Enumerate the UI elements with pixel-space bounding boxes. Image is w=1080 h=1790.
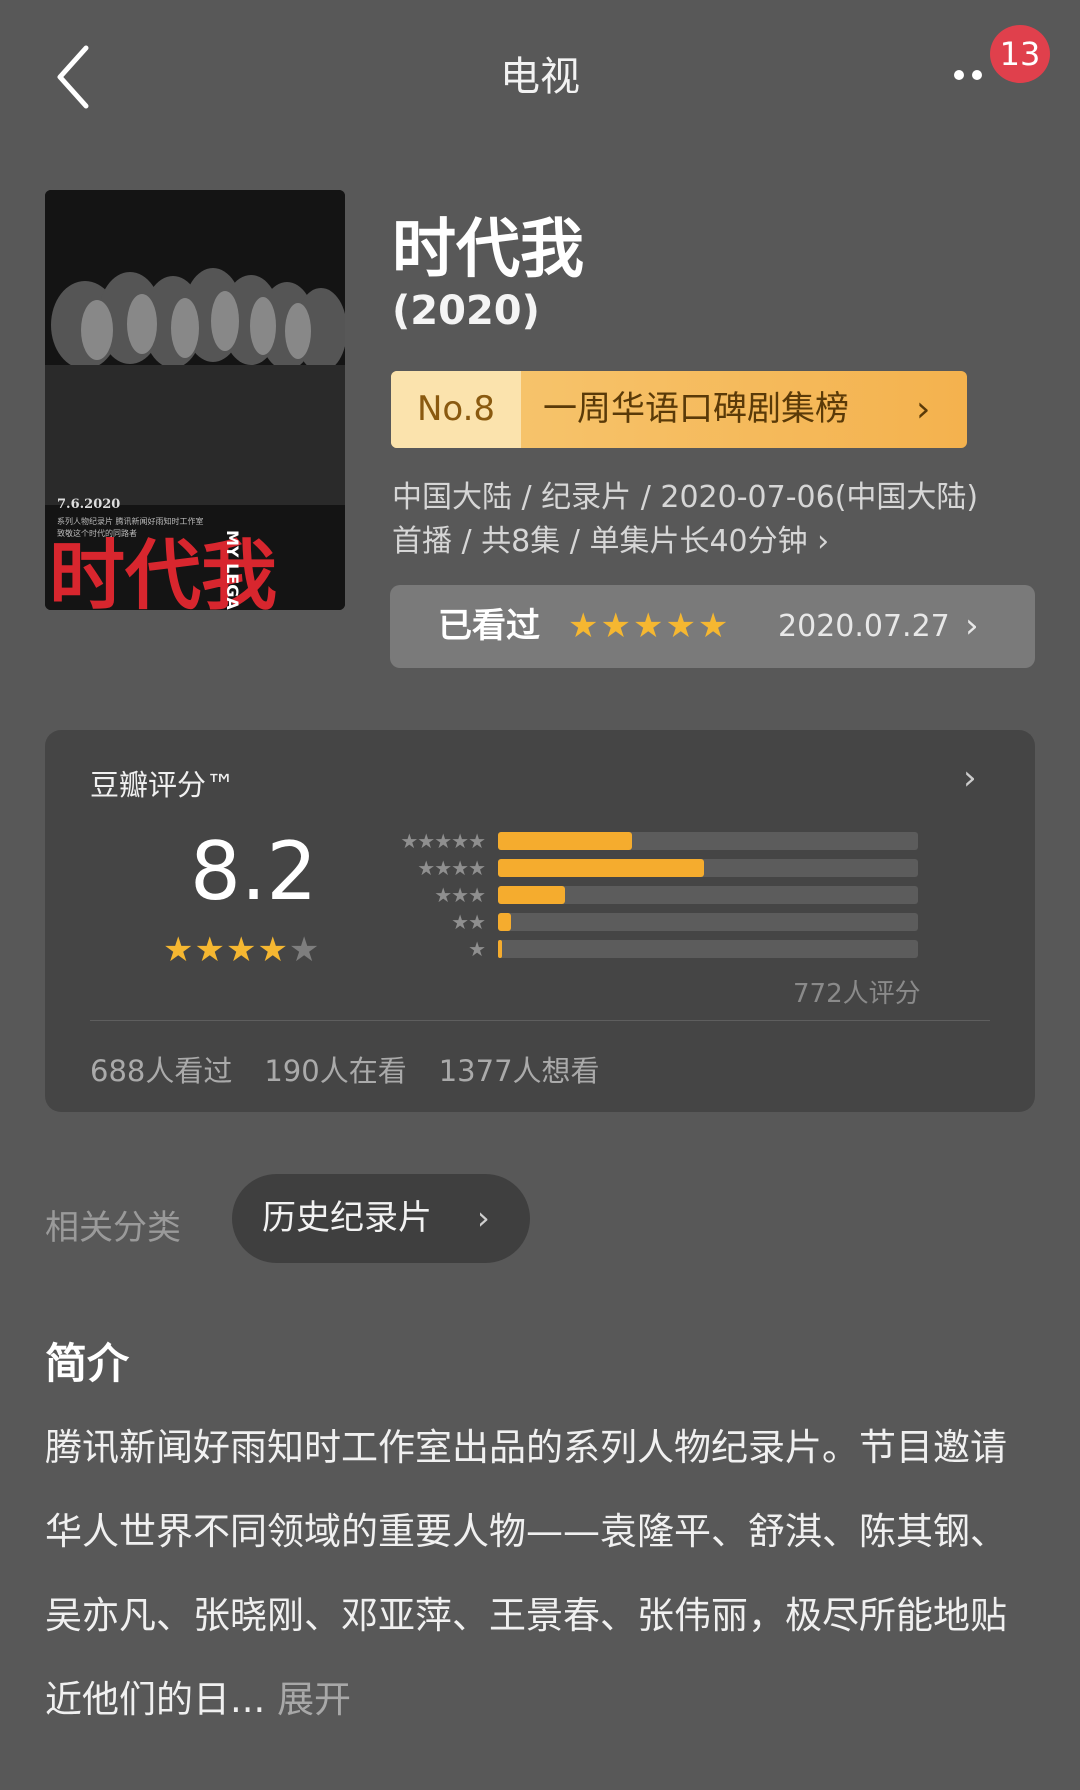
dist-row: ★ — [45, 938, 1035, 960]
dist-fill — [498, 913, 511, 931]
douban-rating-card[interactable]: 豆瓣评分™ › 8.2 ★★★★★ ★★★★★ ★★★★ ★★★ ★★ ★ 77… — [45, 730, 1035, 1112]
poster-image[interactable]: 7.6.2020 系列人物纪录片 腾讯新闻好雨知时工作室 致敬这个时代的同路者 … — [45, 190, 345, 610]
chevron-right-icon: › — [916, 389, 931, 430]
watched-label: 已看过 — [438, 606, 540, 646]
meta-line: 首播 / 共8集 / 单集片长40分钟 › — [392, 524, 830, 559]
related-label: 相关分类 — [45, 1208, 181, 1248]
related-tag-button[interactable]: 历史纪录片 › — [232, 1174, 530, 1263]
poster-date: 7.6.2020 — [57, 497, 120, 512]
more-dots-icon — [954, 70, 964, 80]
poster-title-en: MY LEGA — [223, 530, 242, 610]
poster-tagline: 系列人物纪录片 腾讯新闻好雨知时工作室 — [57, 516, 204, 526]
my-stars-icon: ★★★★★ — [568, 606, 731, 646]
watched-count: 688人看过 — [90, 1054, 233, 1088]
dist-row: ★★ — [45, 911, 1035, 933]
rank-number: No.8 — [391, 371, 521, 448]
related-tag-label: 历史纪录片 — [262, 1198, 432, 1238]
dist-track — [498, 913, 918, 931]
dist-track — [498, 940, 918, 958]
intro-text: 腾讯新闻好雨知时工作室出品的系列人物纪录片。节目邀请华人世界不同领域的重要人物—… — [45, 1406, 1040, 1742]
dist-row: ★★★ — [45, 884, 1035, 906]
more-dot — [972, 70, 982, 80]
watching-count: 190人在看 — [264, 1054, 407, 1088]
poster-art: 7.6.2020 系列人物纪录片 腾讯新闻好雨知时工作室 致敬这个时代的同路者 … — [45, 190, 345, 610]
dist-fill — [498, 886, 566, 904]
movie-meta[interactable]: 中国大陆 / 纪录片 / 2020-07-06(中国大陆) 首播 / 共8集 /… — [392, 476, 1032, 564]
expand-link[interactable]: 展开 — [277, 1678, 351, 1721]
dist-row: ★★★★★ — [45, 830, 1035, 852]
my-rating-bar[interactable]: 已看过 ★★★★★ 2020.07.27 › — [390, 585, 1035, 668]
chevron-right-icon: › — [965, 606, 979, 646]
chevron-right-icon[interactable]: › — [963, 758, 977, 798]
notification-badge: 13 — [990, 25, 1050, 83]
dist-track — [498, 859, 918, 877]
rating-title: 豆瓣评分™ — [90, 768, 236, 802]
page-title: 电视 — [500, 54, 580, 100]
dist-fill — [498, 940, 503, 958]
intro-heading: 简介 — [45, 1339, 130, 1388]
dist-stars-icon: ★ — [468, 937, 486, 961]
rating-stats: 688人看过 190人在看 1377人想看 — [90, 1048, 632, 1090]
dist-row: ★★★★ — [45, 857, 1035, 879]
rating-count: 772人评分 — [793, 979, 921, 1009]
divider — [90, 1020, 990, 1021]
chevron-right-icon: › — [477, 1199, 490, 1237]
intro-body: 腾讯新闻好雨知时工作室出品的系列人物纪录片。节目邀请华人世界不同领域的重要人物—… — [45, 1426, 1007, 1721]
dist-stars-icon: ★★ — [451, 910, 486, 934]
watched-date: 2020.07.27 — [778, 609, 950, 644]
dist-fill — [498, 832, 633, 850]
movie-year: (2020) — [392, 288, 540, 334]
dist-track — [498, 886, 918, 904]
dist-track — [498, 832, 918, 850]
meta-line: 中国大陆 / 纪录片 / 2020-07-06(中国大陆) — [392, 480, 979, 515]
rank-label: 一周华语口碑剧集榜 — [543, 389, 849, 429]
movie-title: 时代我 — [392, 213, 584, 287]
dist-stars-icon: ★★★ — [434, 883, 486, 907]
dist-stars-icon: ★★★★★ — [400, 829, 486, 853]
dist-stars-icon: ★★★★ — [417, 856, 486, 880]
rank-banner[interactable]: No.8 一周华语口碑剧集榜 › — [391, 371, 967, 448]
want-count: 1377人想看 — [438, 1054, 600, 1088]
dist-fill — [498, 859, 704, 877]
